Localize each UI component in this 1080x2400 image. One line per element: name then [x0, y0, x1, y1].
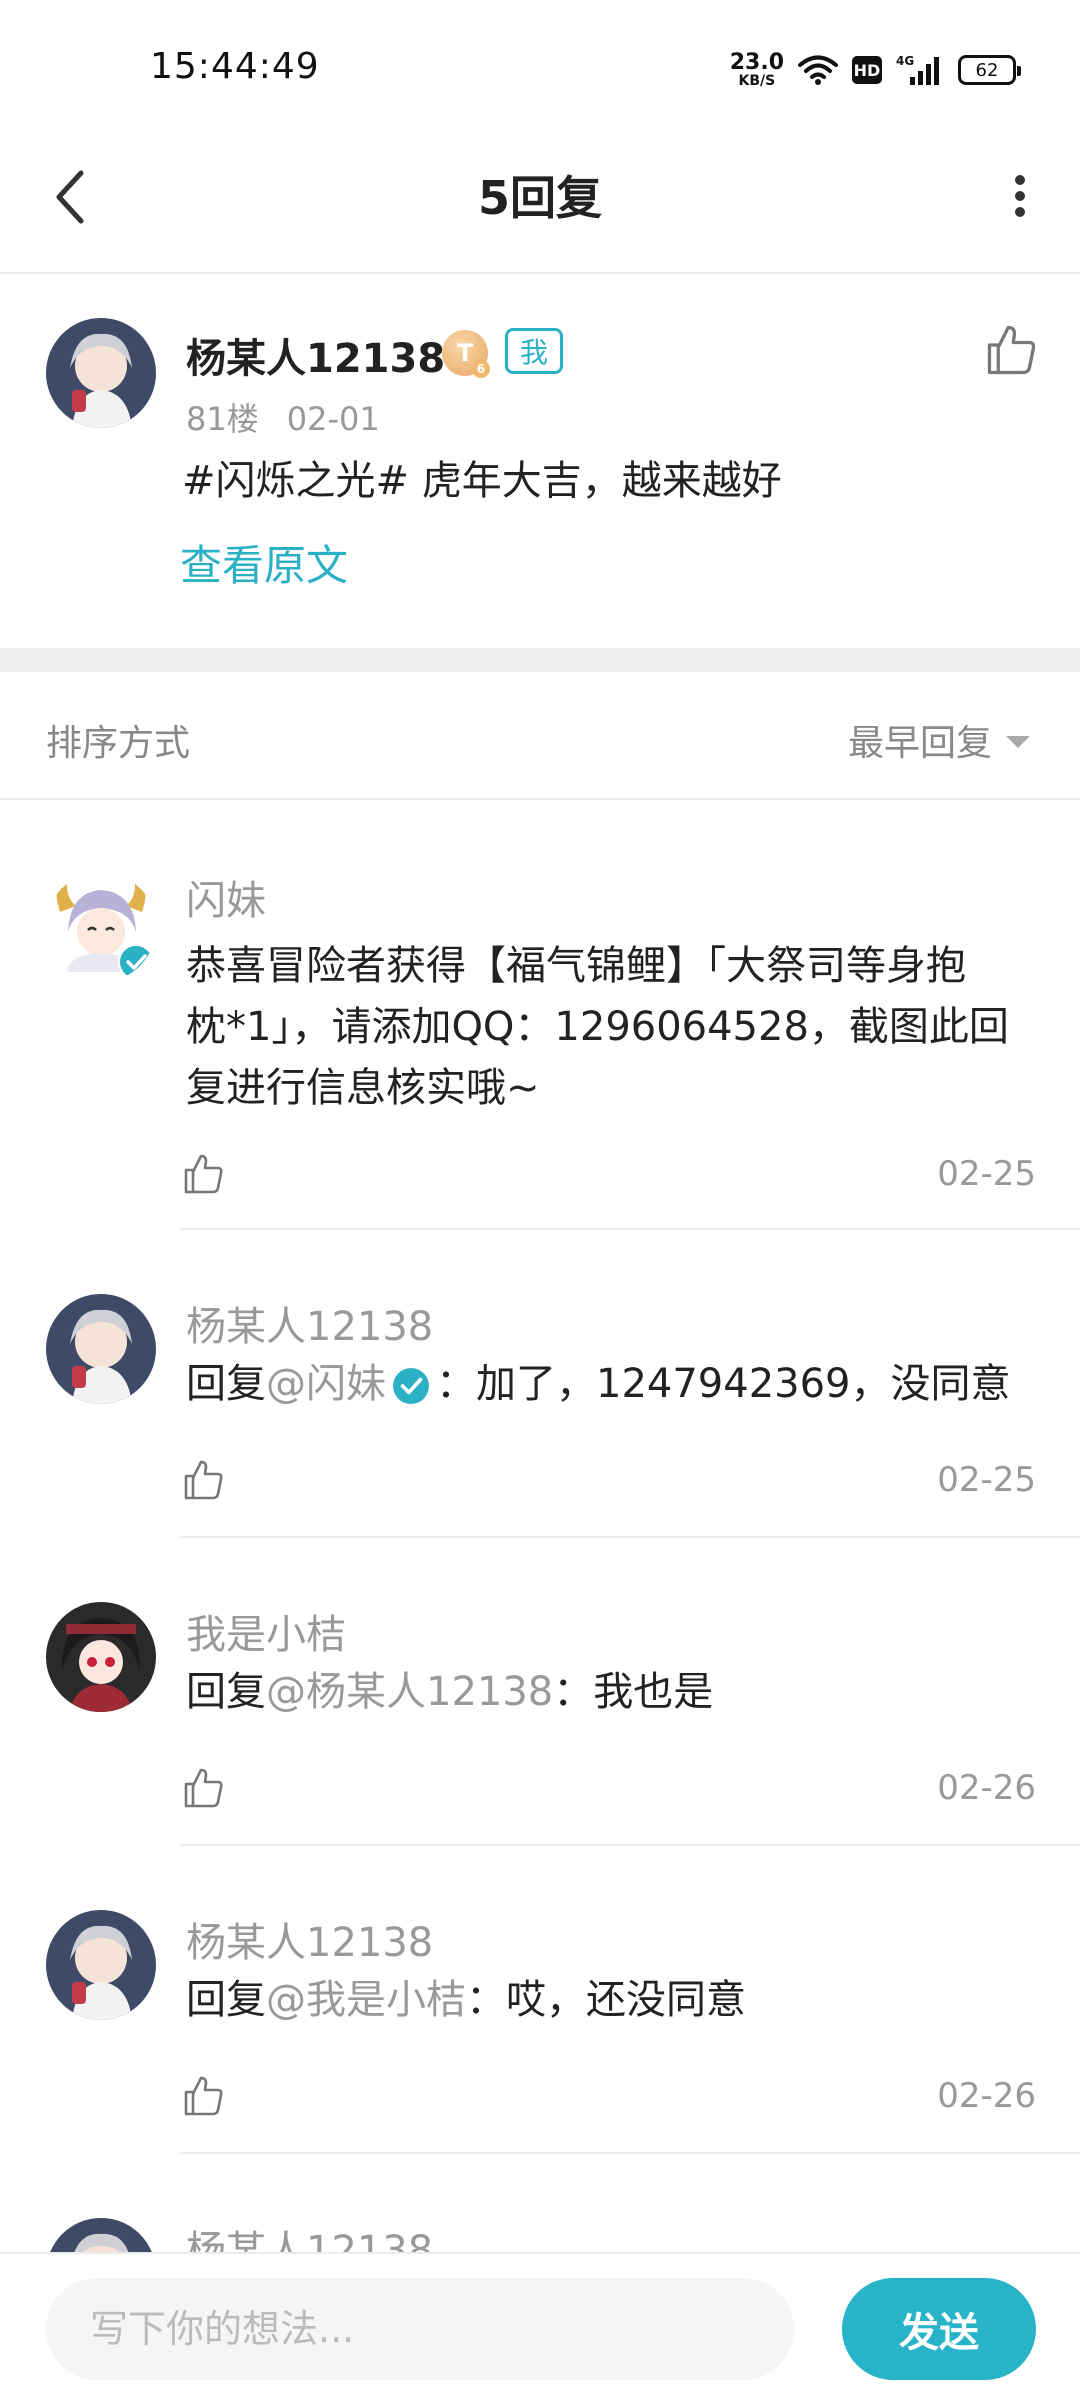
post-meta: 81楼 02-01 — [186, 394, 408, 440]
battery-icon: 62 — [958, 55, 1021, 85]
more-vertical-icon — [1015, 175, 1025, 217]
mention-link[interactable]: @闪妹 — [266, 1361, 386, 1407]
reply-list: 闪妹 恭喜冒险者获得【福气锦鲤】「大祭司等身抱 枕*1」，请添加QQ：12960… — [0, 800, 1080, 2328]
reply-like-button[interactable] — [180, 1456, 228, 1504]
more-options-button[interactable] — [990, 166, 1050, 226]
sort-label: 排序方式 — [46, 723, 191, 764]
mention-link[interactable]: @我是小桔 — [266, 1977, 466, 2023]
reply-date: 02-26 — [937, 1768, 1036, 1808]
caret-down-icon — [1006, 736, 1030, 748]
avatar[interactable] — [46, 1294, 156, 1404]
thumbs-up-icon — [184, 2076, 223, 2116]
comment-input[interactable] — [46, 2278, 794, 2380]
reply-author[interactable]: 闪妹 — [186, 868, 266, 926]
verified-badge-icon — [118, 944, 154, 980]
top-bar: 5回复 — [0, 120, 1080, 274]
cellular-signal-icon: 4G — [896, 54, 939, 85]
avatar[interactable] — [46, 872, 156, 982]
status-bar: 15:44:49 23.0 KB/S HD 4G 62 — [0, 0, 1080, 120]
reply-content: 回复@闪妹 ：加了，1247942369，没同意 — [186, 1361, 1011, 1407]
level-badge: T 6 — [442, 330, 490, 378]
reply-like-button[interactable] — [180, 2072, 228, 2120]
thumbs-up-icon — [184, 1460, 223, 1500]
reply-content: 回复@杨某人12138：我也是 — [186, 1669, 714, 1715]
reply-content: 恭喜冒险者获得【福气锦鲤】「大祭司等身抱 枕*1」，请添加QQ：12960645… — [186, 943, 1009, 1111]
thumbs-up-icon — [184, 1154, 223, 1194]
avatar[interactable] — [46, 1910, 156, 2020]
svg-text:4G: 4G — [896, 54, 914, 68]
hd-icon: HD — [852, 56, 882, 84]
reply-date: 02-25 — [937, 1154, 1036, 1194]
reply-date: 02-26 — [937, 2076, 1036, 2116]
post-like-button[interactable] — [982, 320, 1042, 380]
reply-author[interactable]: 杨某人12138 — [186, 1910, 433, 1968]
net-speed: 23.0 KB/S — [729, 50, 784, 89]
post-author[interactable]: 杨某人12138 — [186, 326, 445, 384]
sort-value: 最早回复 — [847, 723, 992, 764]
reply-like-button[interactable] — [180, 1150, 228, 1198]
post-date: 02-01 — [286, 400, 380, 438]
original-post: 杨某人12138 T 6 我 81楼 02-01 #闪烁之光# 虎年大吉，越来越好… — [0, 276, 1080, 648]
list-item: 杨某人12138 回复@我是小桔：哎，还没同意 02-26 — [0, 1846, 1080, 2154]
reply-like-button[interactable] — [180, 1764, 228, 1812]
post-content: #闪烁之光# 虎年大吉，越来越好 — [182, 458, 782, 504]
reply-page: 15:44:49 23.0 KB/S HD 4G 62 5回复 杨某人12138… — [0, 0, 1080, 2400]
me-badge: 我 — [505, 328, 564, 374]
reply-date: 02-25 — [937, 1460, 1036, 1500]
list-item: 我是小桔 回复@杨某人12138：我也是 02-26 — [0, 1538, 1080, 1846]
status-icons: 23.0 KB/S HD 4G 62 — [729, 48, 1021, 92]
send-button[interactable]: 发送 — [842, 2278, 1036, 2380]
reply-author[interactable]: 杨某人12138 — [186, 1294, 433, 1352]
reply-author[interactable]: 我是小桔 — [186, 1602, 346, 1660]
list-item: 杨某人12138 回复@闪妹 ：加了，1247942369，没同意 02-25 — [0, 1230, 1080, 1538]
avatar[interactable] — [46, 1602, 156, 1712]
verified-badge-icon — [393, 1368, 429, 1404]
avatar[interactable] — [46, 318, 156, 428]
page-title: 5回复 — [477, 171, 602, 225]
section-divider — [0, 648, 1080, 672]
list-item: 闪妹 恭喜冒险者获得【福气锦鲤】「大祭司等身抱 枕*1」，请添加QQ：12960… — [0, 800, 1080, 1230]
wifi-icon — [798, 55, 838, 85]
sort-bar: 排序方式 最早回复 — [0, 672, 1080, 800]
comment-composer: 发送 — [0, 2252, 1080, 2400]
mention-link[interactable]: @杨某人12138 — [266, 1669, 553, 1715]
thumbs-up-icon — [987, 325, 1036, 375]
post-floor: 81楼 — [186, 400, 259, 438]
reply-content: 回复@我是小桔：哎，还没同意 — [186, 1977, 746, 2023]
view-original-link[interactable]: 查看原文 — [180, 532, 348, 593]
sort-dropdown[interactable]: 最早回复 — [848, 714, 1030, 766]
status-time: 15:44:49 — [150, 46, 320, 87]
thumbs-up-icon — [184, 1768, 223, 1808]
